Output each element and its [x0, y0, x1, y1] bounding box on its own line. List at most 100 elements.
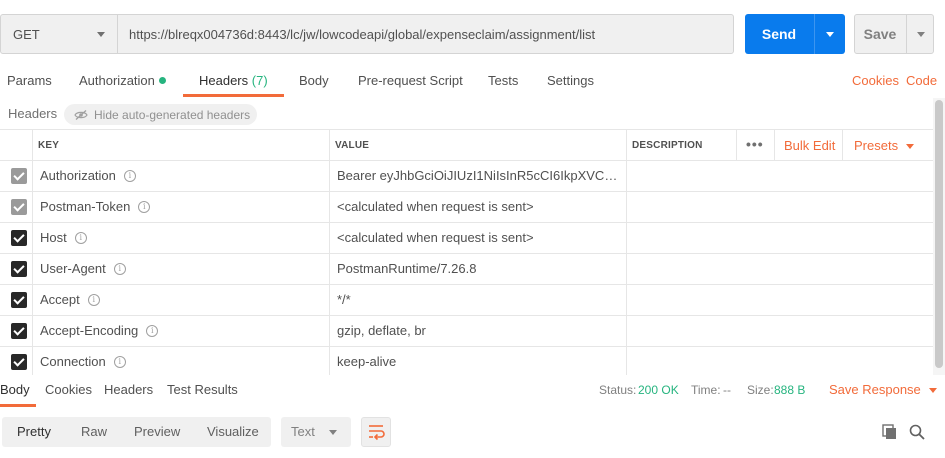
info-icon: i [113, 262, 126, 275]
wrap-lines-icon [369, 425, 385, 441]
header-key: Authorization i [40, 161, 136, 191]
active-response-tab-underline [0, 404, 36, 407]
send-dropdown-chevron-icon[interactable] [815, 14, 845, 54]
tab-headers-label: Headers [199, 73, 249, 88]
table-row: Accept-Encoding i gzip, deflate, br [0, 316, 933, 347]
header-value: keep-alive [337, 354, 397, 369]
tab-body[interactable]: Body [299, 66, 329, 96]
request-tabs: Params Authorization Headers (7) Body Pr… [0, 66, 945, 98]
response-tab-headers[interactable]: Headers [104, 376, 153, 404]
view-preview-button[interactable]: Preview [134, 417, 180, 447]
row-checkbox[interactable] [11, 230, 27, 246]
format-label: Text [291, 424, 315, 439]
response-tabs: Body Cookies Headers Test Results Status… [0, 376, 945, 407]
cookies-link[interactable]: Cookies [852, 66, 899, 96]
column-header-value: VALUE [335, 140, 370, 151]
time-label: Time: [691, 383, 721, 397]
table-row: Authorization i Bearer eyJhbGciOiJIUzI1Ni… [0, 161, 933, 192]
format-select[interactable]: Text [281, 417, 351, 447]
row-checkbox[interactable] [11, 292, 27, 308]
header-value: <calculated when request is sent> [337, 199, 534, 214]
bulk-edit-button[interactable]: Bulk Edit [784, 130, 835, 161]
header-value: gzip, deflate, br [337, 323, 426, 338]
info-icon: i [138, 200, 151, 213]
tab-settings[interactable]: Settings [547, 66, 594, 96]
table-row: User-Agent i PostmanRuntime/7.26.8 [0, 254, 933, 285]
chevron-down-icon [97, 32, 105, 37]
tab-authorization[interactable]: Authorization [79, 66, 166, 96]
info-icon: i [74, 231, 87, 244]
view-raw-button[interactable]: Raw [81, 417, 107, 447]
presets-label: Presets [854, 138, 899, 153]
tab-params[interactable]: Params [7, 66, 52, 96]
scrollbar-thumb[interactable] [935, 100, 943, 368]
header-value: <calculated when request is sent> [337, 230, 534, 245]
response-tab-body[interactable]: Body [0, 376, 30, 404]
header-key: Connection i [40, 347, 126, 375]
save-button[interactable]: Save [854, 14, 934, 54]
presets-button[interactable]: Presets [854, 130, 915, 161]
header-key: Host i [40, 223, 87, 253]
method-select[interactable]: GET [0, 14, 118, 54]
copy-icon[interactable] [881, 423, 899, 441]
info-icon: i [146, 324, 159, 337]
header-value: PostmanRuntime/7.26.8 [337, 261, 477, 276]
column-divider [736, 129, 737, 160]
table-row: Host i <calculated when request is sent> [0, 223, 933, 254]
save-dropdown-chevron-icon[interactable] [907, 15, 934, 53]
row-checkbox[interactable] [11, 323, 27, 339]
header-key: Postman-Token i [40, 192, 151, 222]
headers-table: KEY VALUE DESCRIPTION ••• Bulk Edit Pres… [0, 129, 933, 375]
headers-count: (7) [251, 73, 268, 88]
eye-slash-icon [74, 109, 88, 120]
header-key-label: Accept-Encoding [40, 323, 139, 338]
info-icon: i [87, 293, 100, 306]
header-key-label: Connection [40, 354, 106, 369]
chevron-down-icon [906, 144, 915, 150]
row-checkbox[interactable] [11, 261, 27, 277]
status-dot-icon [158, 77, 166, 85]
chevron-down-icon [329, 430, 337, 435]
row-checkbox[interactable] [11, 168, 27, 184]
code-link[interactable]: Code [906, 66, 937, 96]
tab-tests[interactable]: Tests [488, 66, 518, 96]
send-button[interactable]: Send [745, 14, 845, 54]
size-label: Size: [747, 383, 774, 397]
save-label: Save [863, 26, 897, 42]
view-pretty-button[interactable]: Pretty [17, 417, 51, 447]
header-key: User-Agent i [40, 254, 126, 284]
column-divider [842, 129, 843, 160]
table-header-row: KEY VALUE DESCRIPTION ••• Bulk Edit Pres… [0, 129, 933, 161]
header-key: Accept-Encoding i [40, 316, 159, 346]
vertical-scrollbar[interactable] [933, 98, 945, 375]
view-visualize-button[interactable]: Visualize [207, 417, 259, 447]
wrap-lines-button[interactable] [361, 417, 391, 447]
header-key-label: Authorization [40, 168, 116, 183]
more-options-icon[interactable]: ••• [746, 130, 764, 161]
info-icon: i [113, 355, 126, 368]
hide-auto-headers-button[interactable]: Hide auto-generated headers [64, 104, 257, 125]
header-key: Accept i [40, 285, 100, 315]
active-tab-underline [183, 94, 284, 97]
status-label: Status: [599, 383, 637, 397]
search-icon[interactable] [908, 423, 926, 441]
response-tab-cookies[interactable]: Cookies [45, 376, 92, 404]
url-input[interactable]: https://blreqx004736d:8443/lc/jw/lowcode… [117, 14, 734, 54]
row-checkbox[interactable] [11, 354, 27, 370]
table-row: Connection i keep-alive [0, 347, 933, 375]
size-value[interactable]: 888 B [774, 376, 805, 404]
headers-section-title: Headers [8, 106, 58, 121]
response-toolbar: Pretty Raw Preview Visualize Text [0, 416, 945, 448]
status-value[interactable]: 200 OK [638, 376, 679, 404]
table-row: Accept i */* [0, 285, 933, 316]
chevron-down-icon [928, 388, 937, 394]
row-checkbox[interactable] [11, 199, 27, 215]
tab-headers[interactable]: Headers (7) [199, 66, 268, 96]
header-key-label: Postman-Token [40, 199, 131, 214]
save-response-button[interactable]: Save Response [829, 376, 937, 404]
headers-toolbar: Headers Hide auto-generated headers [0, 102, 945, 126]
hide-auto-headers-label: Hide auto-generated headers [94, 107, 251, 122]
header-key-label: User-Agent [40, 261, 106, 276]
response-tab-test-results[interactable]: Test Results [167, 376, 238, 404]
tab-prerequest-script[interactable]: Pre-request Script [358, 66, 463, 96]
